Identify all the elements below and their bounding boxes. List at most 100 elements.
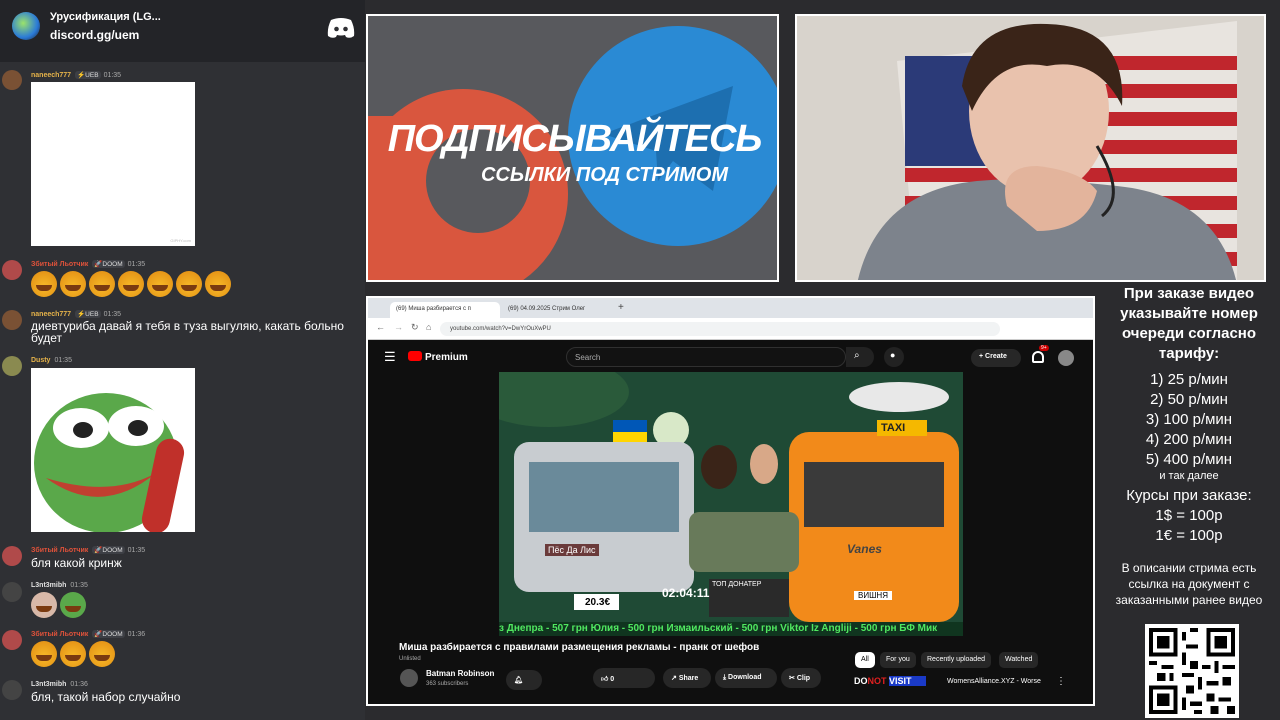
browser-tab[interactable]: (69) Миша разбирается с п (390, 302, 500, 318)
avatar (2, 630, 22, 650)
emoji-row (31, 271, 234, 302)
search-input[interactable]: Search (566, 347, 846, 367)
download-label: Download (728, 674, 762, 681)
back-icon[interactable]: ← (376, 322, 385, 332)
menu-icon[interactable]: ☰ (384, 349, 396, 365)
chat-header: Урусификация (LG... discord.gg/uem (0, 0, 365, 62)
username[interactable]: Dusty (31, 357, 50, 364)
server-icon[interactable] (12, 12, 40, 40)
ad-logo-do: DO (854, 676, 868, 686)
youtube-header: ☰ Premium Search ⌕ ● + Create 9+ (368, 340, 1093, 374)
pepe-image (34, 393, 185, 532)
username[interactable]: Збитый Льотчик (31, 261, 88, 268)
pepe-emoji-icon (60, 592, 86, 618)
gif-image[interactable]: GIPHY.com (31, 82, 195, 246)
ad-logo-not: NOT (867, 676, 887, 686)
ad-logo[interactable]: DONOT VISIT (854, 676, 926, 686)
notification-count: 9+ (1039, 345, 1049, 351)
girl-emoji-icon (31, 592, 57, 618)
search-icon: ⌕ (854, 350, 860, 361)
channel-name[interactable]: Batman Robinson (426, 669, 494, 678)
qr-code (1145, 624, 1239, 718)
discord-chat: Урусификация (LG... discord.gg/uem nanee… (0, 0, 365, 720)
avatar (2, 70, 22, 90)
url-field[interactable]: youtube.com/watch?v=DwYrOuXwPU (440, 322, 1000, 336)
message-meta: Збитый Льотчик 🚀DOOM 01:35 (31, 546, 145, 554)
role-badge: 🚀DOOM (92, 546, 125, 554)
like-button[interactable]: 👍︎ 0 (593, 668, 655, 688)
more-options-icon[interactable]: ⋮ (1056, 676, 1066, 687)
username[interactable]: Збитый Льотчик (31, 631, 88, 638)
username[interactable]: L3nt3mibh (31, 681, 66, 688)
channel-avatar[interactable] (400, 669, 418, 687)
video-title: Миша разбирается с правилами размещения … (399, 642, 760, 653)
qr-code-image (1149, 628, 1235, 714)
browser-tab[interactable]: (69) 04.09.2025 Стрим Олег (502, 302, 612, 318)
new-tab-button[interactable]: + (618, 302, 624, 313)
message-meta: L3nt3mibh 01:35 (31, 582, 88, 589)
message-text: бля, такой набор случайно (31, 690, 181, 704)
yt-brand-label: Premium (425, 352, 468, 363)
username[interactable]: naneech777 (31, 311, 71, 318)
timestamp: 01:35 (54, 357, 72, 364)
rate-eur: 1€ = 100р (1155, 527, 1223, 544)
subscribe-bell-button[interactable]: 🔔︎ (506, 670, 542, 690)
laughing-emoji-icon (31, 271, 57, 297)
search-button[interactable]: ⌕ (846, 347, 874, 367)
share-button[interactable]: ↗ Share (663, 668, 711, 688)
taxi-sign: TAXI (881, 422, 906, 434)
description-note: В описании стрима есть ссылка на докумен… (1115, 561, 1263, 607)
video-player[interactable]: TAXI Пёс Да Лис Vanes ВИШНЯ ТОП ДОНАТЕР … (499, 372, 963, 636)
ad-text[interactable]: WomensAlliance.XYZ - Worse (947, 678, 1041, 685)
username[interactable]: L3nt3mibh (31, 582, 66, 589)
rates-header: Курсы при заказе: (1126, 487, 1252, 504)
promo-subtitle: ССЫЛКИ ПОД СТРИМОМ (480, 164, 729, 186)
plate-label: ВИШНЯ (854, 591, 892, 600)
chip-all[interactable]: All (855, 652, 875, 668)
message-meta: Збитый Льотчик 🚀DOOM 01:36 (31, 630, 145, 638)
clip-label: Clip (796, 675, 811, 682)
emoji-row (31, 641, 118, 672)
laughing-emoji-icon (89, 641, 115, 667)
avatar (2, 546, 22, 566)
username[interactable]: Збитый Льотчик (31, 547, 88, 554)
webcam-feed (795, 14, 1266, 282)
forward-icon[interactable]: → (394, 322, 403, 332)
price-tier: 2) 50 р/мин (1150, 391, 1228, 408)
price-tier: 5) 400 р/мин (1145, 451, 1233, 468)
laughing-emoji-icon (60, 271, 86, 297)
pepe-sticker[interactable] (31, 368, 195, 532)
youtube-logo[interactable]: Premium (408, 351, 468, 363)
timestamp: 01:35 (70, 582, 88, 589)
discord-icon (327, 18, 355, 38)
download-button[interactable]: ⤓ Download (715, 668, 777, 688)
timestamp: 01:35 (103, 72, 122, 79)
pricing-header: При заказе видео указывайте номер очеред… (1120, 285, 1258, 362)
bus-brand: Vanes (847, 542, 882, 556)
create-label: Create (985, 353, 1007, 360)
reload-icon[interactable]: ↻ (411, 322, 419, 333)
chip-watched[interactable]: Watched (999, 652, 1039, 668)
tab-bar: (69) Миша разбирается с п (69) 04.09.202… (368, 298, 1093, 318)
avatar (2, 310, 22, 330)
timestamp: 01:36 (127, 631, 146, 638)
create-button[interactable]: + Create (971, 349, 1021, 367)
ad-logo-visit: VISIT (889, 676, 926, 686)
chip-for-you[interactable]: For you (880, 652, 916, 668)
bell-icon[interactable] (1032, 351, 1044, 363)
bell-icon: 🔔︎ (514, 677, 523, 684)
role-badge: ⚡UEB (75, 71, 101, 79)
subscribe-promo: ПОДПИСЫВАЙТЕСЬ ССЫЛКИ ПОД СТРИМОМ (366, 14, 779, 282)
server-invite-link[interactable]: discord.gg/uem (50, 28, 139, 42)
price-tier: 4) 200 р/мин (1145, 431, 1233, 448)
stream-timer: 02:04:11 (662, 586, 710, 600)
message-meta: naneech777 ⚡UEB 01:35 (31, 71, 121, 79)
timestamp: 01:35 (127, 547, 146, 554)
account-avatar[interactable] (1058, 350, 1074, 366)
thumbs-up-icon: 👍︎ (601, 676, 611, 683)
clip-button[interactable]: ✂ Clip (781, 668, 821, 688)
mic-button[interactable]: ● (884, 347, 904, 367)
chip-recently-uploaded[interactable]: Recently uploaded (921, 652, 991, 668)
home-icon[interactable]: ⌂ (426, 322, 431, 332)
username[interactable]: naneech777 (31, 72, 71, 79)
